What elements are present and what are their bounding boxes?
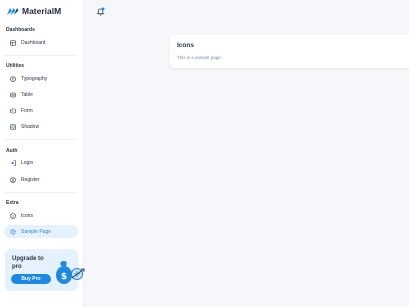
sidebar: MaterialM Dashboards Dashboard Utilities…: [0, 0, 85, 307]
sidebar-item-login[interactable]: Login: [4, 156, 78, 169]
upgrade-title: Upgrade to pro: [12, 256, 44, 270]
login-icon: [10, 159, 16, 166]
brand[interactable]: MaterialM: [6, 6, 61, 16]
buy-pro-button[interactable]: Buy Pro: [11, 274, 51, 284]
sidebar-item-label: Table: [21, 91, 33, 98]
typography-icon: [10, 75, 16, 82]
divider: [4, 55, 78, 56]
section-label-extra: Extra: [6, 200, 19, 206]
sidebar-item-typography[interactable]: Typography: [4, 72, 78, 85]
aperture-icon: [10, 228, 16, 235]
form-icon: [10, 108, 16, 114]
divider: [4, 192, 78, 193]
sample-page-card: Icons This is a sample page: [170, 35, 409, 68]
section-label-utilities: Utilities: [6, 63, 25, 69]
card-description: This is a sample page: [177, 55, 221, 60]
brand-name: MaterialM: [22, 6, 62, 16]
table-icon: [10, 92, 16, 98]
divider: [4, 139, 78, 140]
sidebar-item-register[interactable]: Register: [4, 173, 78, 186]
sidebar-item-label: Sample Page: [21, 228, 52, 235]
sidebar-item-label: Form: [21, 107, 33, 114]
sidebar-item-label: Login: [21, 159, 34, 166]
sidebar-item-sample-page[interactable]: Sample Page: [4, 225, 78, 238]
sidebar-item-icons[interactable]: Icons: [4, 209, 78, 222]
register-icon: [10, 176, 16, 183]
money-bag-illustration-icon: $: [56, 261, 85, 284]
card-title: Icons: [177, 42, 194, 49]
materialm-logo-icon: [7, 8, 19, 15]
sidebar-item-label: Typography: [21, 75, 48, 82]
upgrade-card: Upgrade to pro Buy Pro $: [5, 249, 85, 291]
sidebar-item-label: Dashboard: [21, 39, 46, 46]
sidebar-item-label: Shadow: [21, 123, 40, 130]
shadow-icon: [10, 123, 16, 130]
smiley-icon: [10, 212, 16, 219]
sidebar-item-label: Register: [21, 176, 40, 183]
notification-bell-icon[interactable]: [96, 7, 105, 16]
section-label-dashboards: Dashboards: [6, 27, 35, 33]
sidebar-item-dashboard[interactable]: Dashboard: [4, 36, 78, 49]
sidebar-item-shadow[interactable]: Shadow: [4, 120, 78, 133]
svg-text:$: $: [61, 272, 67, 282]
sidebar-item-label: Icons: [21, 212, 33, 219]
layout-icon: [10, 39, 16, 46]
sidebar-item-table[interactable]: Table: [4, 88, 78, 101]
sidebar-item-form[interactable]: Form: [4, 104, 78, 117]
section-label-auth: Auth: [6, 148, 18, 154]
